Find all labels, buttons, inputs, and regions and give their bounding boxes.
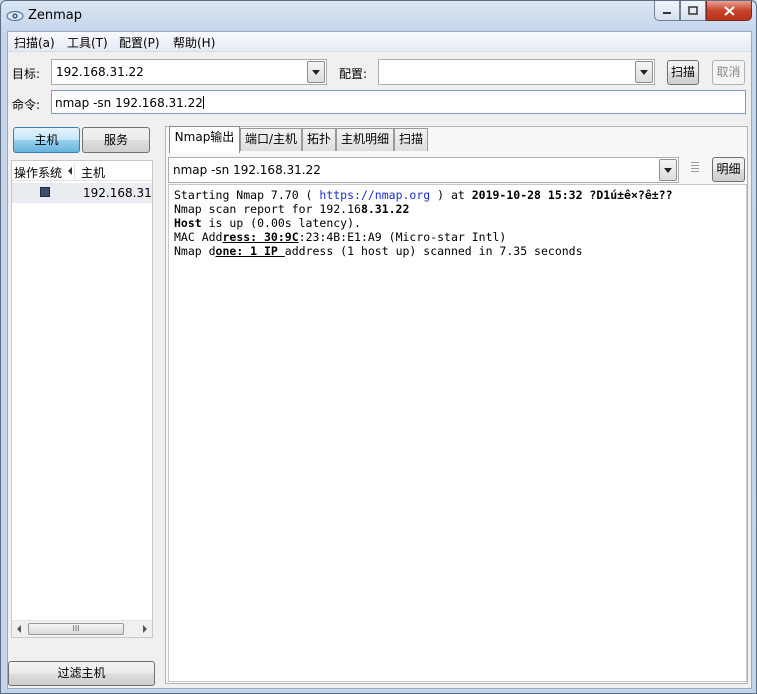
maximize-button[interactable]: [680, 1, 706, 21]
scroll-left-icon[interactable]: [17, 625, 21, 633]
filter-hosts-button[interactable]: 过滤主机: [8, 661, 155, 686]
nmap-link[interactable]: https://nmap.org: [319, 188, 430, 202]
host-list: 操作系统 主机 192.168.31.22 III: [11, 160, 153, 638]
menu-profile[interactable]: 配置(P): [119, 34, 160, 51]
sort-arrow-icon: [68, 167, 72, 175]
text-caret: [202, 96, 204, 109]
output-line: MAC Address: 30:9C:23:4B:E1:A9 (Micro-st…: [174, 230, 507, 244]
title-bar[interactable]: Zenmap: [1, 1, 756, 31]
client-area: 扫描(a) 工具(T) 配置(P) 帮助(H) 目标: 192.168.31.2…: [7, 31, 752, 689]
minimize-icon: [663, 11, 671, 14]
chevron-down-icon: [312, 69, 320, 75]
chevron-down-icon: [664, 167, 672, 173]
command-value: nmap -sn 192.168.31.22: [55, 96, 203, 110]
close-button[interactable]: [706, 1, 752, 21]
profile-dropdown-button[interactable]: [635, 61, 653, 83]
tab-nmap-output[interactable]: Nmap输出: [169, 126, 240, 153]
maximize-icon: [688, 6, 698, 15]
scan-button[interactable]: 扫描: [667, 60, 699, 85]
scroll-right-icon[interactable]: [143, 625, 147, 633]
profile-label: 配置:: [339, 67, 368, 81]
window-controls: [654, 1, 752, 21]
host-row[interactable]: 192.168.31.22: [12, 183, 152, 203]
zenmap-window: Zenmap 扫描(a) 工具(T) 配置(P) 帮助(H) 目标: 192.1…: [0, 0, 757, 694]
command-input[interactable]: nmap -sn 192.168.31.22: [51, 90, 746, 114]
output-scan-value: nmap -sn 192.168.31.22: [173, 163, 321, 177]
output-line: Nmap scan report for 192.168.31.22: [174, 202, 410, 216]
details-button[interactable]: 明细: [712, 157, 745, 182]
profile-combo[interactable]: [378, 59, 655, 85]
window-title: Zenmap: [28, 8, 83, 23]
hosts-view-button[interactable]: 主机: [13, 127, 80, 153]
services-view-button[interactable]: 服务: [82, 127, 150, 153]
command-text-wrap: nmap -sn 192.168.31.22: [55, 96, 204, 110]
column-os[interactable]: 操作系统: [14, 164, 62, 181]
scroll-thumb[interactable]: III: [28, 623, 124, 635]
command-label: 命令:: [12, 98, 41, 112]
menu-scan[interactable]: 扫描(a): [14, 34, 55, 51]
tab-topology[interactable]: 拓扑: [302, 128, 336, 151]
menu-bar: 扫描(a) 工具(T) 配置(P) 帮助(H): [8, 32, 751, 52]
host-address: 192.168.31.22: [83, 186, 152, 200]
column-divider[interactable]: [74, 163, 75, 179]
cancel-button[interactable]: 取消: [712, 60, 745, 85]
grip-icon: [691, 162, 699, 178]
tab-scans[interactable]: 扫描: [394, 128, 428, 151]
output-scan-selector[interactable]: nmap -sn 192.168.31.22: [168, 157, 679, 183]
column-host[interactable]: 主机: [81, 164, 105, 181]
host-list-hscrollbar[interactable]: III: [12, 620, 152, 637]
output-line: Nmap done: 1 IP address (1 host up) scan…: [174, 244, 583, 258]
target-value: 192.168.31.22: [56, 65, 144, 79]
output-scan-dropdown-button[interactable]: [659, 159, 677, 181]
chevron-down-icon: [640, 69, 648, 75]
output-line: Host is up (0.00s latency).: [174, 216, 361, 230]
target-label: 目标:: [12, 67, 41, 81]
target-combo[interactable]: 192.168.31.22: [51, 59, 327, 85]
close-icon: [723, 5, 735, 16]
zenmap-eye-icon: [6, 11, 24, 21]
output-line: Starting Nmap 7.70 ( https://nmap.org ) …: [174, 188, 673, 202]
menu-tools[interactable]: 工具(T): [67, 34, 108, 51]
menu-help[interactable]: 帮助(H): [173, 34, 215, 51]
target-dropdown-button[interactable]: [307, 61, 325, 83]
tab-ports-hosts[interactable]: 端口/主机: [240, 128, 302, 151]
os-unknown-icon: [40, 187, 50, 197]
tab-host-details[interactable]: 主机明细: [336, 128, 394, 151]
host-list-header: 操作系统 主机: [12, 161, 152, 181]
minimize-button[interactable]: [654, 1, 680, 21]
nmap-output-text[interactable]: Starting Nmap 7.70 ( https://nmap.org ) …: [168, 184, 747, 682]
